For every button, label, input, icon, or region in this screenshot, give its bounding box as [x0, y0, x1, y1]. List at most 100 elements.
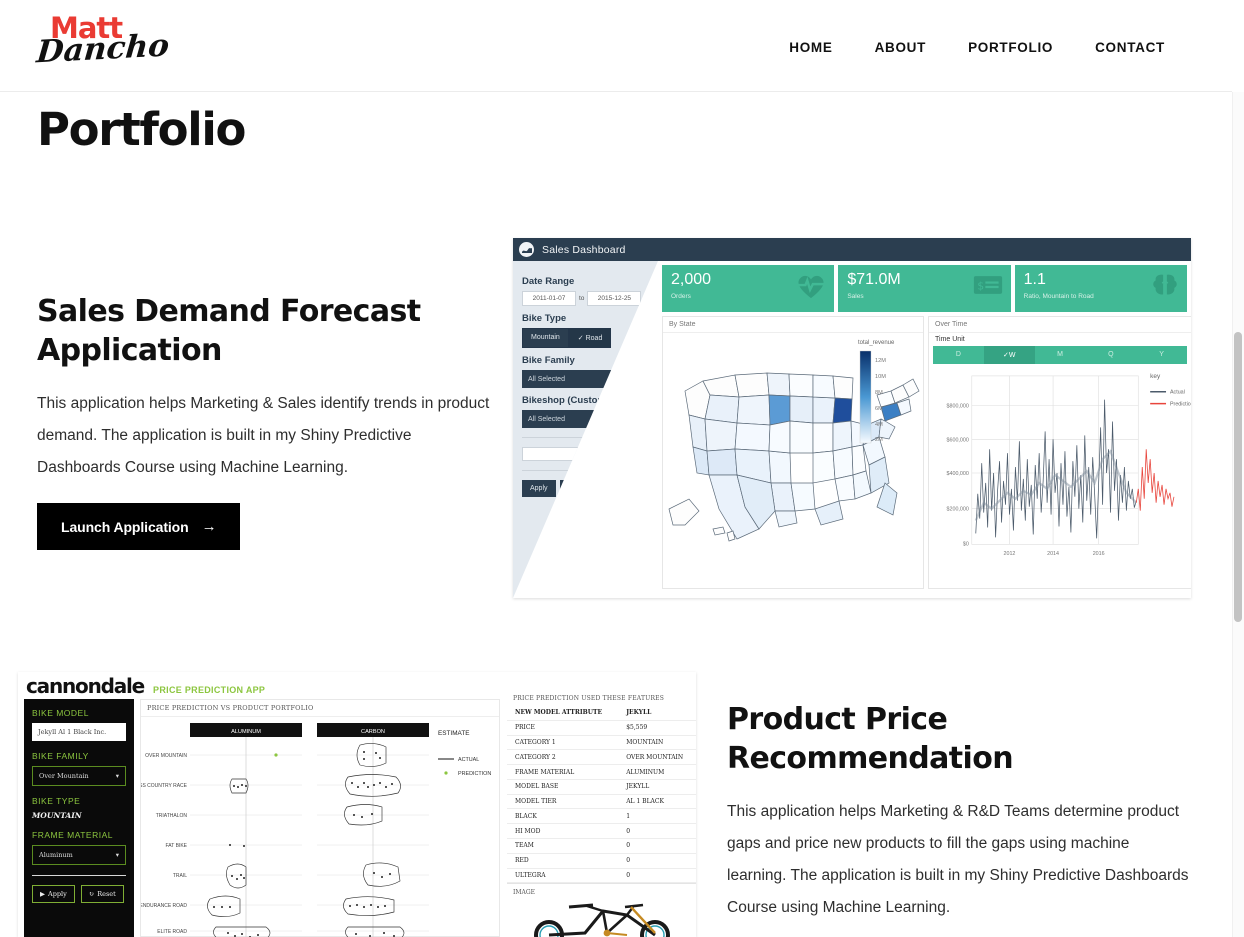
table-col-attribute: NEW MODEL ATTRIBUTE: [507, 706, 619, 721]
price-app-subtitle: PRICE PREDICTION APP: [153, 685, 266, 695]
panel-row: By State total_revenue 12M 10M 8M 6M 4M …: [658, 316, 1191, 593]
row-val: AL 1 BLACK: [618, 794, 696, 810]
table-row: PRICE $5,559: [507, 720, 696, 736]
violin-shapes-carbon: [343, 743, 405, 937]
svg-text:CROSS COUNTRY RACE: CROSS COUNTRY RACE: [141, 783, 188, 789]
row-key: PRICE: [507, 720, 619, 736]
date-end-input[interactable]: 2015-12-25: [587, 291, 642, 306]
project-1-title: Sales Demand Forecast Application: [37, 294, 421, 368]
bike-type-option-road[interactable]: ✓ Road: [568, 328, 612, 348]
time-chart-y-ticks: $800,000 $600,000 $400,000 $200,000 $0: [947, 404, 969, 548]
row-val: 1: [618, 808, 696, 825]
time-panel: Over Time Time Unit D ✓W M Q Y $800,000 …: [928, 316, 1191, 589]
time-unit-q[interactable]: Q: [1085, 346, 1137, 364]
time-series-chart: $800,000 $600,000 $400,000 $200,000 $0 2…: [947, 373, 1191, 557]
play-icon: ▶: [40, 890, 45, 898]
row-val: MOUNTAIN: [618, 735, 696, 751]
bike-family-value-2: Over Mountain: [39, 772, 89, 780]
dashboard-reset-button[interactable]: Reset: [559, 480, 594, 497]
chevron-down-icon-4: ▾: [115, 851, 119, 859]
svg-text:OVER MOUNTAIN: OVER MOUNTAIN: [145, 753, 187, 759]
svg-text:$0: $0: [963, 541, 969, 547]
portfolio-page: Matt Dancho HOME ABOUT PORTFOLIO CONTACT…: [0, 0, 1244, 937]
price-app-sidebar[interactable]: BIKE MODEL Jekyll Al 1 Black Inc. BIKE F…: [24, 699, 134, 937]
customer-label: Bikeshop (Customer): [522, 395, 619, 406]
frame-material-select[interactable]: Aluminum ▾: [32, 845, 126, 865]
sidebar-action-buttons: Apply Reset: [522, 480, 649, 497]
brain-icon: [1151, 273, 1179, 304]
time-unit-w[interactable]: ✓W: [983, 346, 1035, 364]
time-unit-y[interactable]: Y: [1136, 346, 1187, 364]
row-key: RED: [507, 853, 619, 869]
nav-link-portfolio[interactable]: PORTFOLIO: [947, 36, 1074, 59]
row-val: $5,559: [618, 720, 696, 736]
map-color-scale: total_revenue 12M 10M 8M 6M 4M 2M: [858, 340, 895, 444]
project-1-button-wrap: Launch Application →: [37, 503, 241, 550]
row-key: FRAME MATERIAL: [507, 764, 619, 780]
table-row: MODEL TIER AL 1 BLACK: [507, 794, 696, 810]
svg-text:$600,000: $600,000: [947, 437, 969, 443]
date-range-row[interactable]: 2011-01-07 to 2015-12-25: [522, 291, 649, 306]
row-key: BLACK: [507, 808, 619, 825]
chevron-down-icon-2: ▾: [640, 416, 644, 423]
time-unit-d[interactable]: D: [933, 346, 984, 364]
sidebar-extra-input[interactable]: [522, 447, 650, 461]
table-col-value: JEKYLL: [618, 706, 696, 721]
violin-shapes-aluminum: [207, 778, 271, 937]
svg-text:2M: 2M: [875, 437, 883, 443]
nav-link-about[interactable]: ABOUT: [854, 36, 948, 59]
table-row: FRAME MATERIAL ALUMINUM: [507, 764, 696, 780]
svg-text:6M: 6M: [875, 406, 883, 412]
page-scrollbar-thumb[interactable]: [1234, 332, 1242, 622]
dashboard-apply-button[interactable]: Apply: [522, 480, 556, 497]
page-title: Portfolio: [37, 103, 246, 156]
dashboard-sidebar[interactable]: Date Range 2011-01-07 to 2015-12-25 Bike…: [513, 261, 658, 598]
refresh-icon: ↻: [88, 890, 95, 898]
price-prediction-app-screenshot[interactable]: cannondale PRICE PREDICTION APP BIKE MOD…: [18, 672, 696, 937]
actual-series: [975, 399, 1137, 539]
page-scrollbar-track[interactable]: [1232, 92, 1244, 937]
logo-second-word: Dancho: [35, 27, 171, 71]
bike-type-option-mountain[interactable]: Mountain: [522, 328, 569, 348]
sales-dashboard-screenshot[interactable]: Sales Dashboard Date Range 2011-01-07 to…: [513, 238, 1191, 598]
nav-link-contact[interactable]: CONTACT: [1074, 36, 1186, 59]
price-features-table: NEW MODEL ATTRIBUTE JEKYLL PRICE $5,559 C…: [507, 706, 696, 884]
frame-material-label: FRAME MATERIAL: [32, 830, 113, 840]
violin-points-aluminum: [213, 784, 259, 937]
site-logo[interactable]: Matt Dancho: [35, 14, 171, 80]
row-key: MODEL TIER: [507, 794, 619, 810]
bike-type-value-2: MOUNTAIN: [32, 811, 82, 820]
svg-text:2016: 2016: [1093, 551, 1105, 557]
svg-text:ELITE ROAD: ELITE ROAD: [157, 929, 187, 935]
prediction-point-aluminum: [274, 753, 278, 757]
bike-model-input[interactable]: Jekyll Al 1 Black Inc.: [32, 723, 126, 741]
price-legend-actual: ACTUAL: [458, 757, 479, 763]
business-science-logo-icon: [519, 242, 534, 257]
row-val: 0: [618, 823, 696, 840]
time-unit-m[interactable]: M: [1034, 346, 1086, 364]
bike-family-select[interactable]: All Selected ▾: [522, 370, 650, 388]
date-start-input[interactable]: 2011-01-07: [522, 291, 576, 306]
row-val: 0: [618, 853, 696, 869]
customer-select[interactable]: All Selected ▾: [522, 410, 650, 428]
kpi-card-orders: 2,000 Orders: [662, 265, 835, 312]
time-unit-button-group[interactable]: D ✓W M Q Y: [933, 346, 1187, 364]
row-val: JEKYLL: [618, 779, 696, 795]
site-header: Matt Dancho HOME ABOUT PORTFOLIO CONTACT: [0, 0, 1232, 92]
nav-link-home[interactable]: HOME: [768, 36, 853, 59]
bike-type-label-2: BIKE TYPE: [32, 796, 81, 806]
heartbeat-icon: [796, 273, 826, 304]
sidebar-divider-2: [522, 470, 649, 471]
bike-family-value: All Selected: [528, 375, 565, 383]
svg-text:TRIATHALON: TRIATHALON: [156, 813, 188, 819]
price-app-apply-button[interactable]: ▶ Apply: [32, 885, 75, 903]
bike-family-select-2[interactable]: Over Mountain ▾: [32, 766, 126, 786]
mountain-bike-illustration: [534, 903, 670, 937]
row-val: OVER MOUNTAIN: [618, 749, 696, 766]
bike-type-toggle-group[interactable]: Mountain ✓ Road: [522, 328, 649, 348]
launch-application-button[interactable]: Launch Application →: [37, 503, 241, 550]
dashboard-topbar: Sales Dashboard: [513, 238, 1191, 261]
time-chart-legend: key Actual Prediction: [1150, 373, 1191, 408]
price-plot-y-categories: OVER MOUNTAIN CROSS COUNTRY RACE TRIATHA…: [141, 753, 188, 935]
price-app-reset-button[interactable]: ↻ Reset: [80, 885, 124, 903]
